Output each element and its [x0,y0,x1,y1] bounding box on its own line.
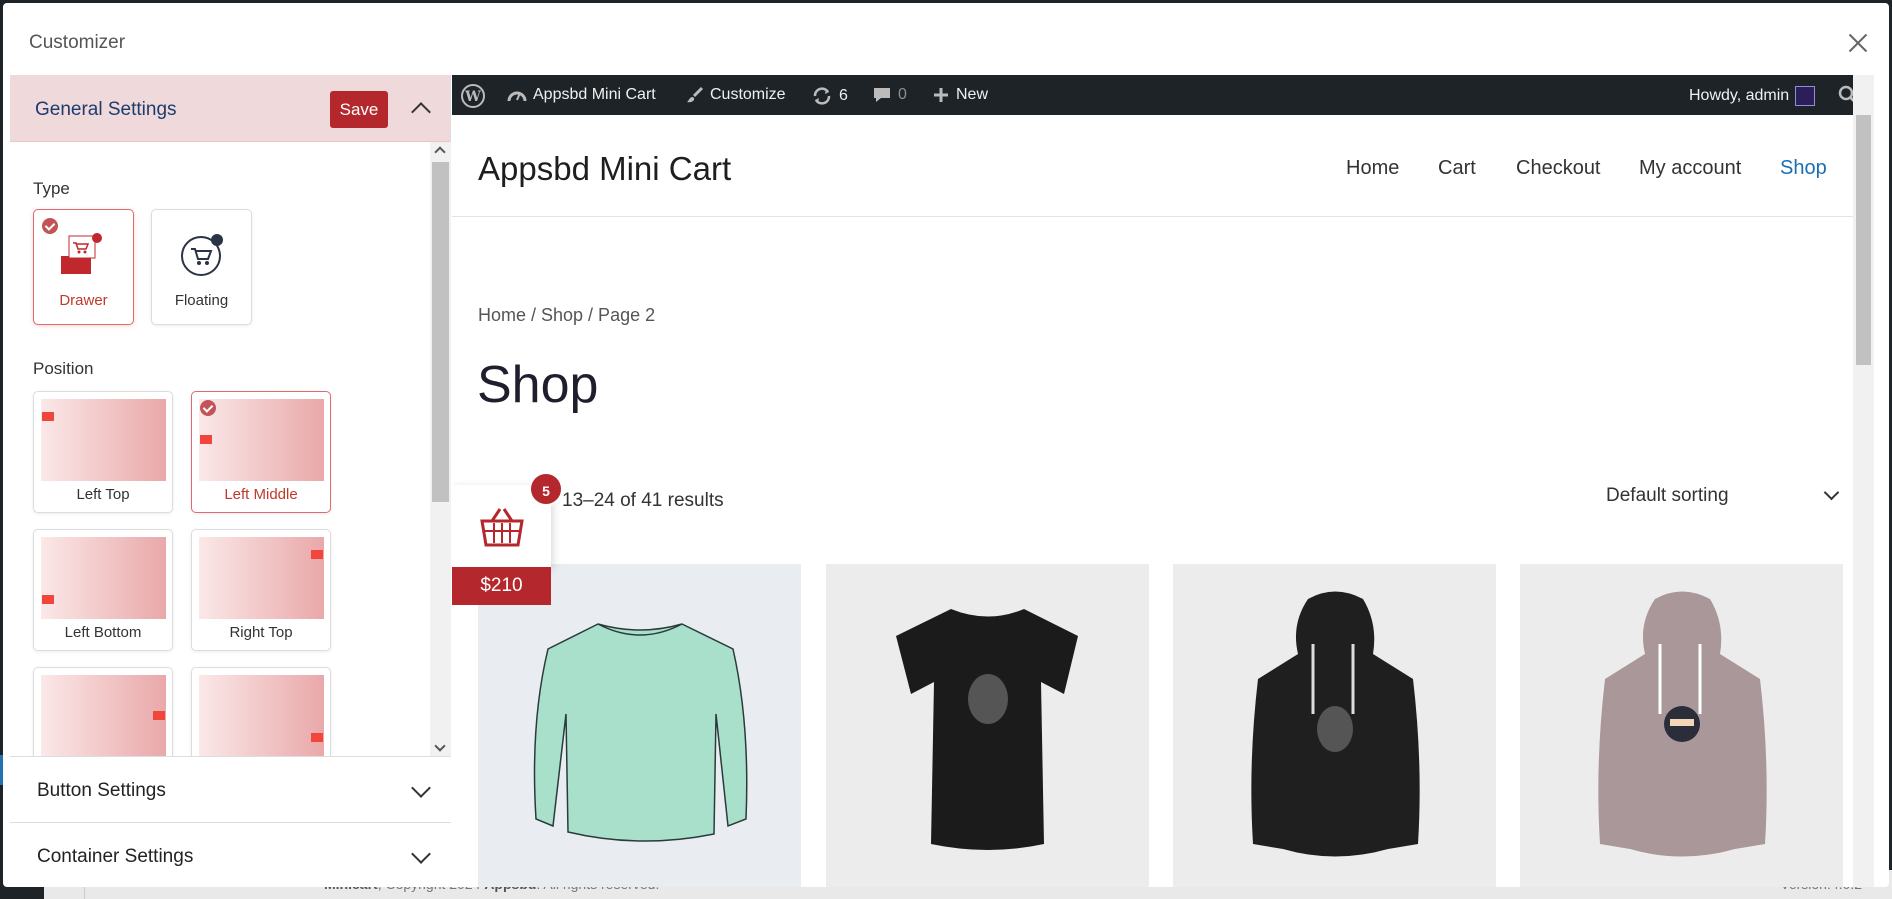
dashboard-gauge-icon [507,91,527,102]
scroll-up-icon[interactable] [434,146,446,158]
adminbar-customize-link[interactable]: Customize [686,86,786,104]
sorting-selected: Default sorting [1606,485,1729,506]
type-label: Type [33,179,70,198]
close-icon[interactable] [1837,23,1877,63]
customizer-modal: Customizer General Settings Save Type Dr… [3,3,1889,887]
position-option-label: Left Top [76,486,130,503]
avatar [1795,86,1816,106]
adminbar-comments[interactable]: 0 [872,86,907,104]
product-black-hoodie[interactable] [1173,564,1496,887]
floating-cart-icon [181,234,223,276]
black-hoodie-image [1251,591,1420,857]
modal-title: Customizer [29,32,126,53]
header-divider [452,216,1874,217]
chevron-down-icon [406,844,436,869]
adminbar-new[interactable]: New [932,86,988,104]
nav-home[interactable]: Home [1346,157,1399,180]
position-preview [41,537,166,619]
checkmark-icon [200,400,216,416]
adminbar-howdy: Howdy, admin [1689,87,1790,104]
scroll-down-icon[interactable] [434,740,446,752]
nav-shop[interactable]: Shop [1780,157,1827,180]
settings-panel: General Settings Save Type Drawer Floati… [10,75,451,887]
button-settings-accordion[interactable]: Button Settings [10,756,451,822]
product-longsleeve[interactable] [478,564,801,887]
plus-icon [934,88,948,102]
sorting-select[interactable]: Default sorting [1606,484,1846,515]
position-option-left-bottom[interactable]: Left Bottom [33,529,173,651]
product-tshirt[interactable] [826,564,1149,887]
position-option-label: Left Middle [224,486,298,503]
adminbar-customize-label: Customize [710,86,786,103]
position-preview [41,399,166,481]
adminbar-site-link[interactable]: Appsbd Mini Cart [507,86,656,104]
comments-count: 0 [898,86,907,103]
updates-count: 6 [839,87,848,104]
scrollbar-thumb[interactable] [1856,115,1871,365]
svg-text:W: W [464,89,481,105]
site-title[interactable]: Appsbd Mini Cart [478,150,731,188]
panel-scrollbar[interactable] [430,142,451,756]
chevron-down-icon [406,778,436,803]
site-preview: W Appsbd Mini Cart Customize 6 0 New How… [452,75,1874,887]
save-button[interactable]: Save [330,91,388,128]
position-preview [41,675,166,756]
position-option-right-top[interactable]: Right Top [191,529,331,651]
chevron-down-icon [1818,484,1842,509]
comment-icon [874,88,890,102]
position-option-left-middle[interactable]: Left Middle [191,391,331,513]
page-title: Shop [477,356,599,414]
position-preview [199,537,324,619]
wordpress-logo-icon[interactable]: W [460,83,486,109]
product-grey-hoodie[interactable] [1520,564,1843,887]
longsleeve-shirt-image [533,623,748,842]
floating-mini-cart[interactable]: $210 5 [452,472,563,605]
position-label: Position [33,359,94,378]
grey-hoodie-image [1598,591,1767,857]
breadcrumb[interactable]: Home / Shop / Page 2 [478,305,655,326]
type-option-drawer[interactable]: Drawer [33,209,134,325]
position-preview [199,399,324,481]
nav-my-account[interactable]: My account [1639,157,1741,180]
scrollbar-thumb[interactable] [432,162,449,502]
checkmark-icon [42,218,58,234]
accordion-label: Container Settings [37,846,194,867]
updates-icon [813,87,831,105]
type-option-label: Drawer [59,292,108,309]
general-settings-header[interactable]: General Settings Save [10,75,450,142]
general-settings-title: General Settings [35,99,177,120]
modal-header: Customizer [3,3,1889,75]
general-settings-body[interactable]: Type Drawer Floating Position Left Top L… [10,142,451,756]
type-option-label: Floating [174,292,229,309]
position-option-left-top[interactable]: Left Top [33,391,173,513]
adminbar-updates[interactable]: 6 [811,86,848,106]
container-settings-accordion[interactable]: Container Settings [10,822,451,887]
nav-cart[interactable]: Cart [1438,157,1476,180]
adminbar-new-label: New [956,86,989,103]
adminbar-account[interactable]: Howdy, admin [1689,86,1816,106]
position-option-right-bottom[interactable] [191,667,331,756]
position-option-label: Right Top [229,624,293,641]
black-tshirt-image [896,609,1078,850]
nav-checkout[interactable]: Checkout [1516,157,1601,180]
cart-count-badge: 5 [529,472,563,506]
position-preview [199,675,324,756]
basket-icon [480,508,524,547]
accordion-label: Button Settings [37,780,166,801]
cart-total: $210 [452,567,551,605]
position-option-label: Left Bottom [64,624,142,641]
result-count: 13–24 of 41 results [562,490,724,511]
type-option-floating[interactable]: Floating [151,209,252,325]
chevron-up-icon[interactable] [406,95,436,123]
paintbrush-icon [687,86,704,103]
adminbar-site-name: Appsbd Mini Cart [533,86,656,103]
drawer-icon [61,233,102,274]
wp-admin-bar: W Appsbd Mini Cart Customize 6 0 New How… [452,75,1874,115]
preview-scrollbar[interactable] [1853,75,1874,887]
position-option-right-middle[interactable] [33,667,173,756]
